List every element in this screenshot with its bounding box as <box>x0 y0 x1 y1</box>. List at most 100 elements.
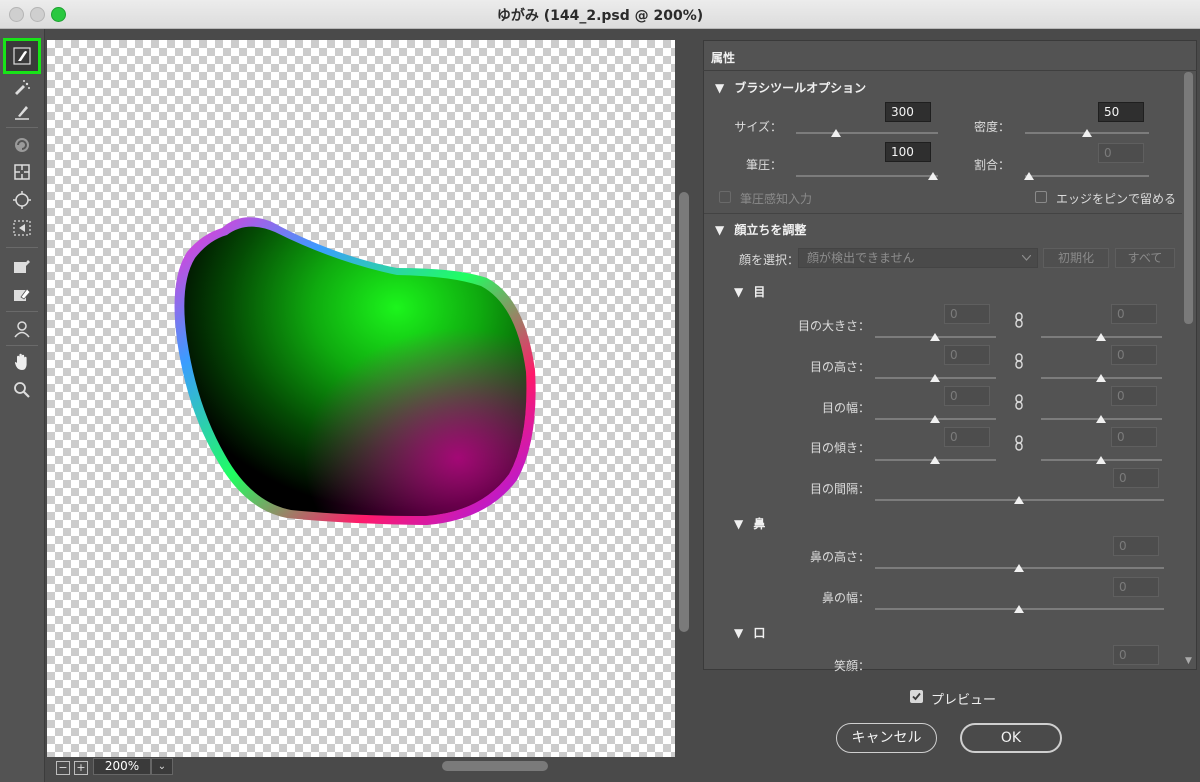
mouth-subsection-toggle[interactable]: ▼ 口 <box>734 624 765 641</box>
eye-distance-label: 目の間隔： <box>809 482 870 496</box>
size-input[interactable]: 300 <box>885 102 931 122</box>
eye-tilt-left-input[interactable]: 0 <box>944 427 990 447</box>
link-chain-icon[interactable] <box>1014 435 1024 451</box>
eye-distance-slider-handle[interactable] <box>1014 496 1024 504</box>
smooth-tool[interactable] <box>8 99 36 125</box>
nose-width-label: 鼻の幅： <box>821 591 870 605</box>
nose-subsection-toggle[interactable]: ▼ 鼻 <box>734 515 765 532</box>
face-section-toggle[interactable]: ▼ 顔立ちを調整 <box>715 221 806 238</box>
eye-width-left-slider-handle[interactable] <box>930 415 940 423</box>
eye-size-left-input[interactable]: 0 <box>944 304 990 324</box>
rate-label: 割合： <box>973 158 1010 172</box>
panel-title: 属性 <box>711 51 736 65</box>
eye-width-left-input[interactable]: 0 <box>944 386 990 406</box>
pucker-tool[interactable] <box>8 159 36 185</box>
eyes-subsection-title: 目 <box>753 285 766 299</box>
nose-height-label: 鼻の高さ： <box>809 550 870 564</box>
preview-checkbox[interactable] <box>910 690 923 703</box>
eye-tilt-right-slider-handle[interactable] <box>1096 456 1106 464</box>
size-slider[interactable] <box>796 132 938 134</box>
pressure-input[interactable]: 100 <box>885 142 931 162</box>
smile-input[interactable]: 0 <box>1113 645 1159 665</box>
pressure-slider[interactable] <box>796 175 938 177</box>
eye-tilt-left-slider-handle[interactable] <box>930 456 940 464</box>
face-all-button[interactable]: すべて <box>1115 248 1175 268</box>
density-slider-handle[interactable] <box>1082 129 1092 137</box>
eye-size-label: 目の大きさ： <box>797 319 870 333</box>
canvas-vertical-scroll-thumb[interactable] <box>679 192 689 632</box>
link-chain-icon[interactable] <box>1014 353 1024 369</box>
tool-bar <box>0 29 45 782</box>
size-slider-handle[interactable] <box>831 129 841 137</box>
collapse-triangle-icon: ▼ <box>734 626 744 640</box>
face-tool[interactable] <box>8 316 36 342</box>
face-section-title: 顔立ちを調整 <box>734 223 807 237</box>
pressure-slider-handle[interactable] <box>928 172 938 180</box>
scroll-down-arrow-icon[interactable]: ▼ <box>1185 656 1192 666</box>
eye-height-right-input[interactable]: 0 <box>1111 345 1157 365</box>
zoom-icon <box>14 382 30 398</box>
size-label: サイズ： <box>734 120 782 134</box>
eye-size-right-slider-handle[interactable] <box>1096 333 1106 341</box>
eye-height-left-slider-handle[interactable] <box>930 374 940 382</box>
link-chain-icon[interactable] <box>1014 394 1024 410</box>
face-reset-button[interactable]: 初期化 <box>1043 248 1109 268</box>
reconstruct-icon <box>15 80 30 95</box>
ok-button[interactable]: OK <box>960 723 1062 753</box>
zoom-dropdown-button[interactable]: ⌄ <box>151 758 173 775</box>
nose-width-input[interactable]: 0 <box>1113 577 1159 597</box>
forward-warp-tool[interactable] <box>3 38 41 74</box>
freeze-mask-icon <box>14 260 30 273</box>
collapse-triangle-icon: ▼ <box>715 223 725 237</box>
eyes-subsection-toggle[interactable]: ▼ 目 <box>734 283 765 300</box>
face-select-dropdown[interactable]: 顔が検出できません <box>798 248 1038 268</box>
eye-height-right-slider-handle[interactable] <box>1096 374 1106 382</box>
panel-header: 属性 <box>703 40 1197 71</box>
rate-slider-handle[interactable] <box>1024 172 1034 180</box>
panel-scroll-thumb[interactable] <box>1184 72 1193 324</box>
thaw-mask-tool[interactable] <box>8 281 36 307</box>
stylus-pressure-checkbox[interactable] <box>719 191 731 203</box>
eye-width-right-input[interactable]: 0 <box>1111 386 1157 406</box>
bloat-tool[interactable] <box>8 187 36 213</box>
rate-slider[interactable] <box>1025 175 1149 177</box>
eye-height-label: 目の高さ： <box>809 360 870 374</box>
nose-subsection-title: 鼻 <box>753 517 766 531</box>
twirl-tool[interactable] <box>8 132 36 158</box>
zoom-level-field[interactable]: 200% <box>93 758 151 775</box>
face-icon <box>14 321 30 338</box>
smooth-icon <box>15 106 29 120</box>
pressure-label: 筆圧： <box>745 158 782 172</box>
zoom-out-button[interactable]: − <box>56 761 70 775</box>
eye-size-left-slider-handle[interactable] <box>930 333 940 341</box>
eye-tilt-right-input[interactable]: 0 <box>1111 427 1157 447</box>
collapse-triangle-icon: ▼ <box>734 517 744 531</box>
nose-height-input[interactable]: 0 <box>1113 536 1159 556</box>
brush-section-toggle[interactable]: ▼ ブラシツールオプション <box>715 79 866 96</box>
pin-edges-checkbox[interactable] <box>1035 191 1047 203</box>
face-select-label: 顔を選択： <box>739 253 800 267</box>
reconstruct-tool[interactable] <box>8 75 36 101</box>
window-title: ゆがみ (144_2.psd @ 200%) <box>496 8 704 24</box>
push-left-tool[interactable] <box>8 215 36 241</box>
rate-input[interactable]: 0 <box>1098 143 1144 163</box>
nose-height-slider-handle[interactable] <box>1014 564 1024 572</box>
collapse-triangle-icon: ▼ <box>715 81 725 95</box>
density-input[interactable]: 50 <box>1098 102 1144 122</box>
freeze-mask-tool[interactable] <box>8 253 36 279</box>
image-canvas[interactable] <box>47 40 675 757</box>
zoom-tool[interactable] <box>8 377 36 403</box>
cancel-button[interactable]: キャンセル <box>836 723 937 753</box>
hand-tool[interactable] <box>8 349 36 375</box>
eye-distance-input[interactable]: 0 <box>1113 468 1159 488</box>
canvas-horizontal-scroll-thumb[interactable] <box>442 761 548 771</box>
collapse-triangle-icon: ▼ <box>734 285 744 299</box>
nose-width-slider-handle[interactable] <box>1014 605 1024 613</box>
eye-width-right-slider-handle[interactable] <box>1096 415 1106 423</box>
eye-height-left-input[interactable]: 0 <box>944 345 990 365</box>
zoom-in-button[interactable]: + <box>74 761 88 775</box>
eye-size-right-input[interactable]: 0 <box>1111 304 1157 324</box>
forward-warp-icon <box>13 47 31 65</box>
link-chain-icon[interactable] <box>1014 312 1024 328</box>
brush-section-title: ブラシツールオプション <box>734 81 867 95</box>
